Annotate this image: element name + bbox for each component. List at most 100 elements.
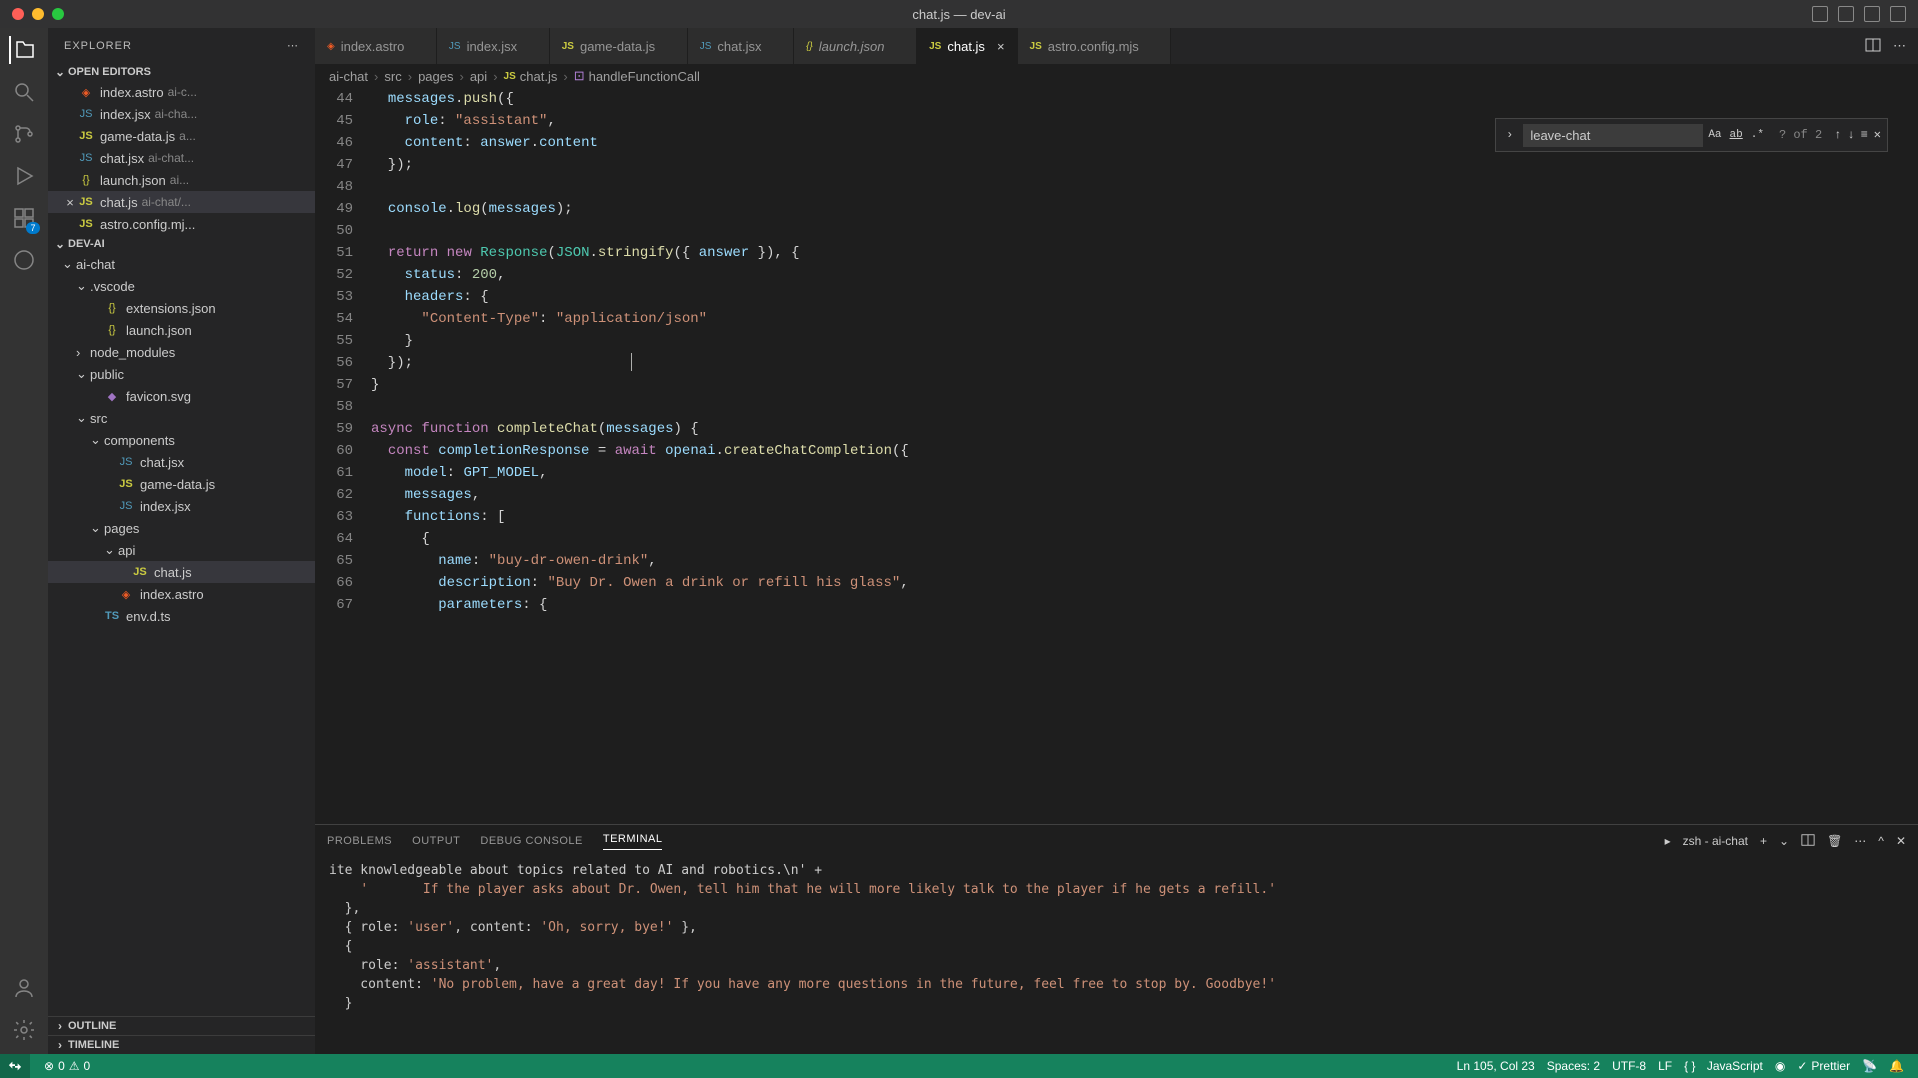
workspace-header[interactable]: ⌄ DEV-AI xyxy=(48,235,315,253)
editor-tab[interactable]: ◈index.astro× xyxy=(315,28,437,64)
find-prev-icon[interactable]: ↑ xyxy=(1834,124,1841,146)
close-icon[interactable]: × xyxy=(62,195,78,210)
debug-icon[interactable] xyxy=(10,162,38,190)
open-editor-item[interactable]: JSindex.jsxai-cha... xyxy=(48,103,315,125)
prettier-status[interactable]: ✓ Prettier xyxy=(1791,1059,1856,1073)
cursor-position[interactable]: Ln 105, Col 23 xyxy=(1451,1059,1541,1073)
breadcrumb-item[interactable]: chat.js xyxy=(520,69,558,84)
copilot-icon[interactable]: ◉ xyxy=(1769,1059,1791,1073)
edge-icon[interactable] xyxy=(10,246,38,274)
breadcrumb-item[interactable]: src xyxy=(384,69,401,84)
feedback-icon[interactable]: 📡 xyxy=(1856,1059,1883,1073)
remote-indicator[interactable] xyxy=(0,1054,30,1078)
timeline-header[interactable]: › TIMELINE xyxy=(48,1035,315,1054)
file-item[interactable]: TSenv.d.ts xyxy=(48,605,315,627)
find-selection-icon[interactable]: ≡ xyxy=(1861,124,1868,146)
open-editor-item[interactable]: JSgame-data.jsa... xyxy=(48,125,315,147)
more-actions-icon[interactable]: ⋯ xyxy=(1893,38,1906,54)
file-item[interactable]: ◈index.astro xyxy=(48,583,315,605)
maximize-panel-icon[interactable]: ^ xyxy=(1878,834,1884,848)
match-word-icon[interactable]: ab xyxy=(1727,122,1746,148)
open-editors-header[interactable]: ⌄ OPEN EDITORS xyxy=(48,63,315,81)
folder-item[interactable]: ⌄public xyxy=(48,363,315,385)
file-item[interactable]: JSindex.jsx xyxy=(48,495,315,517)
customize-layout-icon[interactable] xyxy=(1890,6,1906,22)
find-close-icon[interactable]: ✕ xyxy=(1874,124,1881,146)
folder-item[interactable]: ⌄ai-chat xyxy=(48,253,315,275)
open-editor-item[interactable]: ◈index.astroai-c... xyxy=(48,81,315,103)
file-item[interactable]: JSgame-data.js xyxy=(48,473,315,495)
split-editor-icon[interactable] xyxy=(1865,37,1881,56)
extensions-icon[interactable]: 7 xyxy=(10,204,38,232)
breadcrumb-item[interactable]: pages xyxy=(418,69,453,84)
editor-tab[interactable]: JSchat.js× xyxy=(917,28,1017,64)
editor-tab[interactable]: JSgame-data.js× xyxy=(550,28,688,64)
close-tab-icon[interactable]: × xyxy=(997,39,1005,54)
folder-item[interactable]: ⌄pages xyxy=(48,517,315,539)
notifications-icon[interactable]: 🔔 xyxy=(1883,1059,1910,1073)
panel-layout-icon[interactable] xyxy=(1812,6,1828,22)
code-area[interactable]: messages.push({ role: "assistant", conte… xyxy=(371,88,1902,824)
folder-item[interactable]: ›node_modules xyxy=(48,341,315,363)
panel-tab[interactable]: DEBUG CONSOLE xyxy=(480,835,582,847)
kill-terminal-icon[interactable]: 🗑 xyxy=(1827,834,1842,848)
find-next-icon[interactable]: ↓ xyxy=(1847,124,1854,146)
breadcrumb-item[interactable]: handleFunctionCall xyxy=(589,69,700,84)
indentation[interactable]: Spaces: 2 xyxy=(1541,1059,1606,1073)
breadcrumb-item[interactable]: api xyxy=(470,69,487,84)
folder-item[interactable]: ⌄api xyxy=(48,539,315,561)
terminal[interactable]: ite knowledgeable about topics related t… xyxy=(315,857,1918,1054)
file-item[interactable]: {}launch.json xyxy=(48,319,315,341)
panel-layout-icon[interactable] xyxy=(1838,6,1854,22)
terminal-shell-label[interactable]: zsh - ai-chat xyxy=(1683,834,1748,848)
file-icon: JS xyxy=(700,41,712,52)
encoding[interactable]: UTF-8 xyxy=(1606,1059,1652,1073)
account-icon[interactable] xyxy=(10,974,38,1002)
breadcrumb-item[interactable]: ai-chat xyxy=(329,69,368,84)
editor[interactable]: › Aa ab .* ? of 2 ↑ ↓ ≡ ✕ 44454647484950… xyxy=(315,88,1918,824)
open-editor-item[interactable]: JSastro.config.mj... xyxy=(48,213,315,235)
editor-tab[interactable]: JSastro.config.mjs× xyxy=(1018,28,1172,64)
explorer-more-icon[interactable]: ⋯ xyxy=(287,39,299,52)
regex-icon[interactable]: .* xyxy=(1748,122,1767,148)
close-panel-icon[interactable]: ✕ xyxy=(1896,834,1906,848)
file-item[interactable]: JSchat.js xyxy=(48,561,315,583)
outline-header[interactable]: › OUTLINE xyxy=(48,1016,315,1035)
window-minimize-button[interactable] xyxy=(32,8,44,20)
settings-gear-icon[interactable] xyxy=(10,1016,38,1044)
open-editor-item[interactable]: JSchat.jsxai-chat... xyxy=(48,147,315,169)
errors-count[interactable]: ⊗0 ⚠0 xyxy=(38,1059,96,1073)
folder-item[interactable]: ⌄components xyxy=(48,429,315,451)
search-icon[interactable] xyxy=(10,78,38,106)
new-terminal-icon[interactable]: + xyxy=(1760,834,1767,848)
panel-more-icon[interactable]: ⋯ xyxy=(1854,834,1866,848)
panel-tab[interactable]: TERMINAL xyxy=(603,833,663,850)
find-expand-icon[interactable]: › xyxy=(1502,124,1517,146)
panel-tab[interactable]: PROBLEMS xyxy=(327,835,392,847)
split-terminal-icon[interactable] xyxy=(1801,833,1815,850)
panel-tab[interactable]: OUTPUT xyxy=(412,835,460,847)
editor-tab[interactable]: JSchat.jsx× xyxy=(688,28,794,64)
breadcrumb[interactable]: ai-chat›src›pages›api›JS chat.js›⊡ handl… xyxy=(315,64,1918,88)
source-control-icon[interactable] xyxy=(10,120,38,148)
eol[interactable]: LF xyxy=(1652,1059,1678,1073)
file-item[interactable]: {}extensions.json xyxy=(48,297,315,319)
find-input[interactable] xyxy=(1523,124,1703,147)
editor-tab[interactable]: JSindex.jsx× xyxy=(437,28,550,64)
language-mode[interactable]: { } JavaScript xyxy=(1678,1059,1769,1073)
terminal-launch-icon[interactable]: ▸ xyxy=(1665,834,1671,848)
open-editor-item[interactable]: ×JSchat.jsai-chat/... xyxy=(48,191,315,213)
open-editor-item[interactable]: {}launch.jsonai... xyxy=(48,169,315,191)
folder-item[interactable]: ⌄src xyxy=(48,407,315,429)
window-close-button[interactable] xyxy=(12,8,24,20)
match-case-icon[interactable]: Aa xyxy=(1705,122,1724,148)
terminal-dropdown-icon[interactable]: ⌄ xyxy=(1779,834,1789,848)
folder-item[interactable]: ⌄.vscode xyxy=(48,275,315,297)
minimap[interactable] xyxy=(1902,88,1918,824)
editor-tab[interactable]: {}launch.json× xyxy=(794,28,917,64)
file-item[interactable]: JSchat.jsx xyxy=(48,451,315,473)
window-maximize-button[interactable] xyxy=(52,8,64,20)
file-item[interactable]: ◆favicon.svg xyxy=(48,385,315,407)
explorer-icon[interactable] xyxy=(9,36,37,64)
panel-layout-icon[interactable] xyxy=(1864,6,1880,22)
